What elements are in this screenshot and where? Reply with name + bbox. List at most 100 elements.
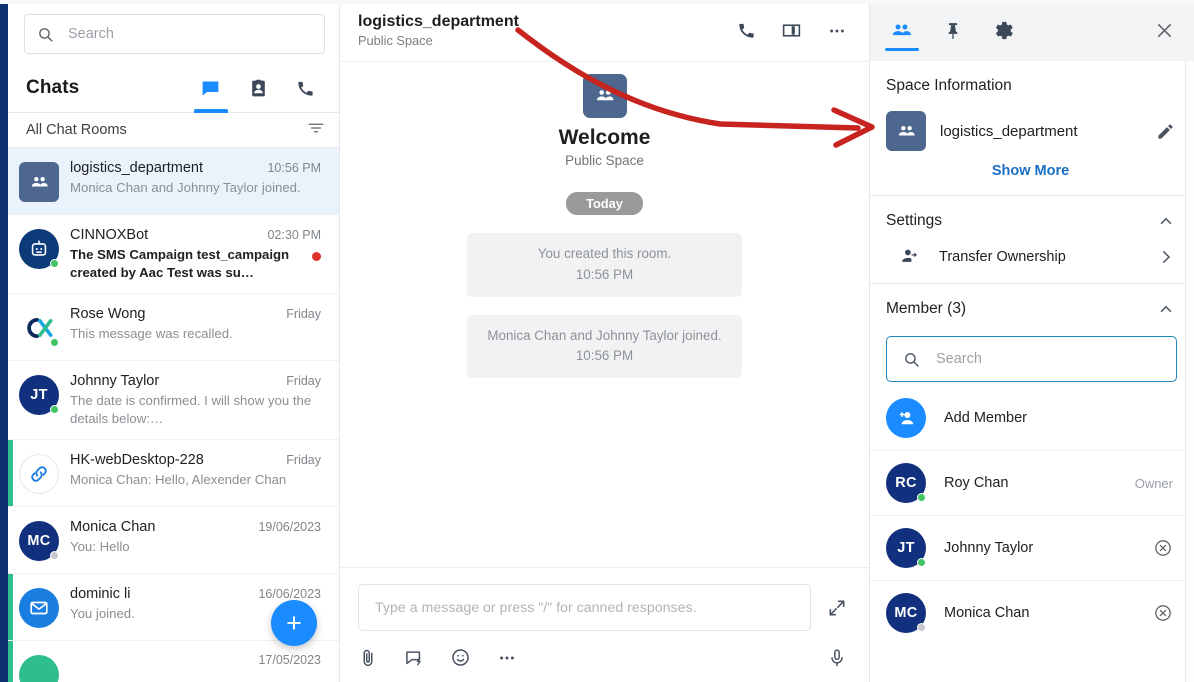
member-list-item[interactable]: RC Roy Chan Owner [870,451,1193,516]
sidebar-tab-calls[interactable] [296,64,315,113]
welcome-title: Welcome [558,126,651,149]
system-message: You created this room. 10:56 PM [467,233,742,297]
space-avatar [886,111,926,151]
chat-item-preview: This message was recalled. [70,326,233,342]
member-list-item[interactable]: JT Johnny Taylor [870,516,1193,581]
chevron-up-icon[interactable] [1157,300,1175,318]
sidebar-tab-chat[interactable] [193,64,228,113]
member-role: Owner [1134,475,1173,491]
chat-bubble-icon [200,78,221,99]
attachment-icon[interactable] [358,648,378,668]
presence-online-dot [50,405,59,415]
chat-item-top-row: dominic li 16/06/2023 [70,586,321,602]
new-chat-button[interactable]: + [271,600,317,646]
transfer-ownership-label: Transfer Ownership [939,248,1066,265]
sidebar-tabs [193,64,323,113]
chevron-right-icon[interactable] [1157,248,1175,266]
remove-member-icon[interactable] [1153,538,1173,558]
split-view-icon[interactable] [781,20,802,41]
chat-item-bottom-row: The date is confirmed. I will show you t… [70,392,321,427]
avatar-wrap [8,160,70,203]
left-nav-rail [0,0,8,682]
chat-item-bottom-row: You: Hello [70,538,321,555]
conversation-subtitle: Public Space [358,33,433,48]
chat-item-top-row: HK-webDesktop-228 Friday [70,452,321,468]
close-icon[interactable] [1154,20,1175,41]
chat-item-time: 17/05/2023 [258,653,321,668]
gear-icon [993,20,1014,41]
transfer-ownership-icon [900,246,921,267]
app-window: Search Chats All Chat Rooms logistics_de… [0,0,1194,682]
chat-list-item[interactable]: 17/05/2023 [8,641,339,682]
message-input[interactable]: Type a message or press "/" for canned r… [358,584,811,631]
search-icon [903,351,920,368]
chat-item-time: 02:30 PM [267,228,321,243]
sidebar-tab-contacts[interactable] [249,64,268,113]
day-divider: Today [566,192,643,215]
pin-icon [943,21,963,41]
remove-member-icon[interactable] [1153,603,1173,623]
system-message-list: You created this room. 10:56 PM Monica Cha… [467,215,742,379]
microphone-icon[interactable] [827,648,847,668]
chat-item-body: CINNOXBot 02:30 PM The SMS Campaign test_c… [70,227,325,281]
member-list-item[interactable]: MC Monica Chan [870,581,1193,645]
chat-item-body: Monica Chan 19/06/2023 You: Hello [70,519,325,555]
chat-item-body: logistics_department 10:56 PM Monica Chan … [70,160,325,196]
more-tools-icon[interactable] [497,648,517,668]
search-input[interactable]: Search [24,14,325,54]
space-info-panel: Space Information logistics_department S… [870,0,1194,682]
avatar [19,162,59,203]
conversation-actions [737,20,847,41]
chat-item-name: Johnny Taylor [70,373,160,390]
conversation-header: logistics_department Public Space [340,0,869,62]
chat-filter-row[interactable]: All Chat Rooms [8,113,339,149]
show-more-link[interactable]: Show More [886,163,1175,179]
settings-tab[interactable] [989,0,1018,61]
chat-item-top-row: logistics_department 10:56 PM [70,160,321,176]
people-icon [890,19,913,42]
add-member-row[interactable]: Add Member [870,386,1193,451]
chat-item-time: Friday [286,374,321,389]
chat-list-item[interactable]: MC Monica Chan 19/06/2023 You: Hello [8,507,339,575]
chat-list-item[interactable]: HK-webDesktop-228 Friday Monica Chan: Hell… [8,440,339,508]
chat-list-item[interactable]: CINNOXBot 02:30 PM The SMS Campaign test_c… [8,215,339,295]
space-panel-tabs [870,0,1193,61]
member-name: Johnny Taylor [944,540,1034,556]
filter-icon[interactable] [307,119,325,142]
canned-response-icon[interactable] [404,648,424,668]
settings-body: Settings Transfer Ownership [870,196,1193,283]
members-title: Member (3) [886,300,967,317]
chat-item-name: logistics_department [70,160,203,177]
expand-icon[interactable] [827,598,847,618]
transfer-ownership-row[interactable]: Transfer Ownership [886,246,1175,267]
member-search-input[interactable]: Search [886,336,1177,382]
presence-online-dot [50,338,59,348]
active-tab-indicator [193,108,228,113]
more-options-icon[interactable] [827,21,847,41]
call-icon[interactable] [737,21,756,40]
chat-list-item[interactable]: JT Johnny Taylor Friday The date is confirm… [8,361,339,441]
members-header[interactable]: Member (3) [886,300,1175,318]
chat-list-item[interactable]: Rose Wong Friday This message was recalled… [8,294,339,362]
chevron-up-icon[interactable] [1157,212,1175,230]
chat-item-body: Rose Wong Friday This message was recalled… [70,306,325,342]
composer-tools [358,647,847,668]
chat-item-name: HK-webDesktop-228 [70,452,204,469]
presence-offline-dot [50,551,59,561]
member-search-placeholder: Search [936,351,982,367]
filter-label: All Chat Rooms [26,122,127,139]
space-name: logistics_department [940,122,1078,140]
chat-list-item[interactable]: logistics_department 10:56 PM Monica Chan … [8,148,339,216]
pinned-tab[interactable] [939,0,967,61]
members-tab[interactable] [884,0,919,61]
pencil-icon[interactable] [1156,122,1175,141]
chat-item-bottom-row: Monica Chan and Johnny Taylor joined. [70,179,321,196]
system-message-time: 10:56 PM [575,266,634,282]
emoji-icon[interactable] [450,647,471,668]
settings-header[interactable]: Settings [886,212,1175,230]
chat-item-name: CINNOXBot [70,227,149,244]
chat-item-bottom-row: This message was recalled. [70,325,321,342]
chat-sidebar: Search Chats All Chat Rooms logistics_de… [8,0,340,682]
message-area: Welcome Public Space Today You created t… [340,62,869,567]
avatar [19,655,59,682]
